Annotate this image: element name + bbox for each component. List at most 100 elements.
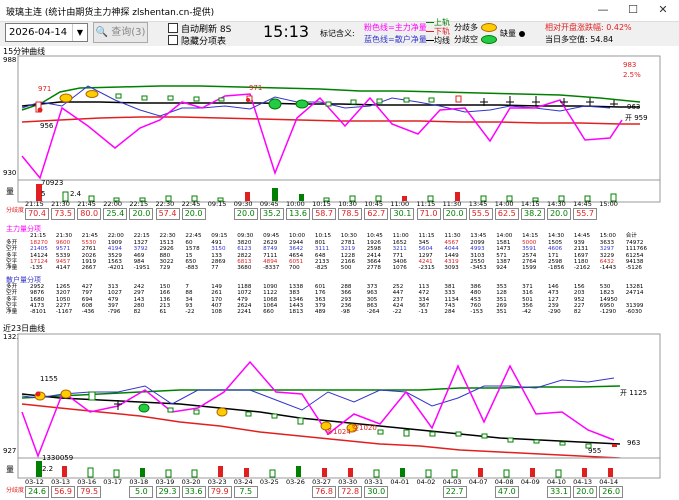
diverge-cell: 62.7: [364, 208, 389, 220]
time-label: 09:15: [207, 200, 227, 208]
table-cell: -153: [470, 309, 483, 316]
diverge-cell: 55.7: [573, 208, 598, 220]
date-label: 03-25: [259, 478, 279, 486]
table-cell: -5126: [625, 265, 642, 272]
table-cell: -883: [185, 265, 199, 272]
table-cell: 3093: [444, 265, 459, 272]
table-cell: -1290: [599, 309, 617, 316]
diverge-cell: 20.0: [573, 486, 598, 498]
panel15-chart: [17, 55, 661, 203]
title-bar: 玻璃主连 (统计由期货主力神探 zlshentan.cn-提供) — ☐ ✕: [0, 0, 679, 22]
legend-short: 分歧空: [454, 34, 497, 45]
diverge-cell: 79.9: [207, 486, 232, 498]
time-label: 22:00: [103, 200, 123, 208]
time-label: 10:15: [312, 200, 331, 208]
diverge-cell: 26.0: [599, 486, 624, 498]
diverge-cell: 62.5: [494, 208, 519, 220]
maximize-button[interactable]: ☐: [618, 0, 648, 20]
diverge-cell: 33.6: [181, 486, 206, 498]
table-cell: -42: [522, 309, 532, 316]
clock-time: 15:13: [263, 22, 310, 41]
price-tag-956: 956: [40, 122, 54, 130]
diverge-cell: 25.4: [103, 208, 128, 220]
tag-1020: 空1020: [352, 424, 377, 432]
table-header: 21:15: [30, 233, 47, 239]
time-label: 15:00: [599, 200, 618, 208]
table-cell: 24714: [625, 290, 644, 297]
table-header: 14:15: [522, 233, 539, 239]
table-cell: 351: [496, 309, 507, 316]
table-header: 11:00: [392, 233, 409, 239]
table-cell: -3453: [470, 265, 487, 272]
date-label: 03-20: [181, 478, 201, 486]
table-cell: 108: [211, 309, 222, 316]
diverge-cell: 33.1: [547, 486, 571, 498]
diverge-cell: 56.9: [51, 486, 76, 498]
diverge-cell: 30.0: [364, 486, 389, 498]
diverge-cell: 35.2: [259, 208, 284, 220]
legend-title: 标记含义:: [320, 29, 355, 38]
table-cell: 729: [159, 265, 171, 272]
table-cell: -264: [366, 309, 380, 316]
diverge-cell: 20.0: [129, 208, 154, 220]
checkbox-box[interactable]: [168, 35, 178, 45]
vol-label: 量: [6, 187, 14, 196]
right-1125: 开 1125: [620, 389, 648, 397]
date-label: 03-16: [77, 478, 97, 486]
date-label: 04-07: [468, 478, 488, 486]
table-header: 21:45: [81, 233, 98, 239]
date-label: 03-13: [51, 478, 70, 486]
date-picker[interactable]: 2026-04-14 ▼: [5, 23, 88, 42]
table-header: 11:30: [444, 233, 461, 239]
diverge-cell: 79.5: [77, 486, 102, 498]
table-header: 10:15: [314, 233, 332, 239]
table-header: 22:15: [133, 233, 150, 239]
date-label: 04-13: [573, 478, 592, 486]
time-label: 22:30: [155, 200, 175, 208]
table-header: 10:30: [340, 233, 357, 239]
date-label: 04-09: [520, 478, 540, 486]
date-label: 03-12: [25, 478, 44, 486]
query-label: 查询(3): [111, 27, 146, 38]
date-label: 03-24: [233, 478, 253, 486]
table-cell: -4201: [107, 265, 124, 272]
ellipse-orange-icon: [480, 23, 497, 32]
table-cell: 500: [340, 265, 352, 272]
table-cell: -436: [81, 309, 95, 316]
diverge-cell: 20.0: [181, 208, 206, 220]
close-button[interactable]: ✕: [648, 0, 678, 20]
date-label: 03-19: [155, 478, 175, 486]
minimize-button[interactable]: —: [588, 0, 618, 20]
diverge-cell: 78.5: [338, 208, 363, 220]
table-cell: 2778: [366, 265, 381, 272]
table-cell: 489: [314, 309, 326, 316]
time-label: 11:15: [416, 200, 436, 208]
diverge-cell: 22.7: [442, 486, 467, 498]
diverge-cell: 57.4: [155, 208, 180, 220]
time-label: 14:45: [573, 200, 592, 208]
table-cell: 1599: [522, 265, 537, 272]
date-value: 2026-04-14: [9, 27, 68, 38]
table-header: 13:45: [470, 233, 487, 239]
table-cell: 82: [133, 309, 141, 316]
table-cell: 77: [211, 265, 219, 272]
table-header: 22:45: [185, 233, 202, 239]
table-cell: -13: [418, 309, 428, 316]
time-label: 14:30: [547, 200, 566, 208]
checkbox-box[interactable]: [168, 23, 178, 33]
diverge-cell: 5.0: [129, 486, 154, 498]
table-cell: 2241: [237, 309, 252, 316]
table-header: 14:45: [573, 233, 591, 239]
table-cell: -796: [107, 309, 121, 316]
table-cell: -6030: [625, 309, 642, 316]
time-label: 13:45: [468, 200, 488, 208]
chevron-down-icon[interactable]: ▼: [72, 24, 87, 41]
diverge-cell: 73.5: [51, 208, 76, 220]
table-cell: 4147: [55, 265, 71, 272]
date-label: 03-18: [129, 478, 149, 486]
search-icon: 🔍: [95, 27, 109, 38]
query-button[interactable]: 🔍 查询(3): [93, 22, 148, 43]
tag-1024: 多1024: [326, 428, 351, 436]
table-header: 22:00: [107, 233, 124, 239]
table-cell: -2162: [573, 265, 591, 272]
